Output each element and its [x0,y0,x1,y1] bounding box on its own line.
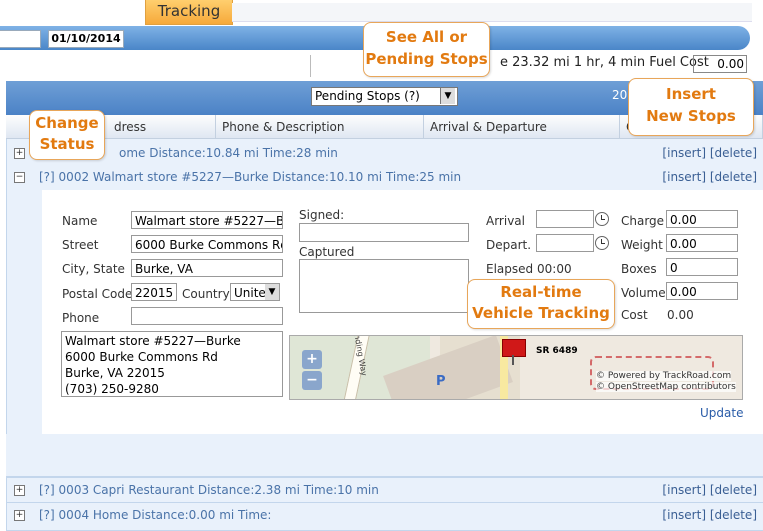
clock-icon[interactable] [595,212,609,226]
postal-input[interactable]: 22015 [131,283,177,301]
date-field[interactable]: 01/10/2014 [48,30,124,48]
callout-line: Insert [666,85,716,103]
callout-line: Change [35,114,99,132]
address-line: Walmart store #5227—Burke [65,334,241,348]
stop-row[interactable]: − [?] 0002 Walmart store #5227—Burke Dist… [6,165,763,189]
stop-row-text[interactable]: ome Distance:10.84 mi Time:28 min [119,146,338,160]
stop-row-text[interactable]: [?] 0003 Capri Restaurant Distance:2.38 … [39,483,379,497]
insert-link[interactable]: [insert] [662,146,706,160]
phone-input[interactable] [131,307,283,325]
delete-link[interactable]: [delete] [710,170,757,184]
date-bar-left-field[interactable] [0,30,41,48]
vehicle-marker-icon[interactable] [502,339,526,357]
street-label: Street [62,238,99,252]
signed-input[interactable] [299,223,469,242]
name-label: Name [62,214,98,228]
map-osm-credit[interactable]: © OpenStreetMap contributors [596,382,736,392]
vehicle-map[interactable]: Landing Way P + − SR 6489 © Powered by T… [289,335,743,400]
clock-icon[interactable] [595,236,609,250]
callout-line: See All or [385,28,468,46]
callout-line: Vehicle Tracking [472,304,610,322]
delete-link[interactable]: [delete] [710,508,757,522]
zoom-in-button[interactable]: + [302,350,322,369]
boxes-input[interactable]: 0 [666,258,738,276]
map-powered-by[interactable]: © Powered by TrackRoad.com [596,371,732,381]
stop-row-text[interactable]: [?] 0004 Home Distance:0.00 mi Time: [39,508,271,522]
route-summary: e 23.32 mi 1 hr, 4 min Fuel Cost [500,55,709,70]
marker-label: SR 6489 [536,346,578,356]
insert-link[interactable]: [insert] [662,508,706,522]
address-line: (703) 250-9280 [65,382,159,396]
expand-icon[interactable]: + [14,510,25,521]
depart-input[interactable] [536,234,594,252]
stop-row-text[interactable]: [?] 0002 Walmart store #5227—Burke Dista… [39,170,461,184]
chevron-down-icon[interactable]: ▼ [265,284,279,300]
city-label: City, State [62,262,125,276]
stop-row[interactable]: + [?] 0003 Capri Restaurant Distance:2.38… [6,477,763,502]
volume-label: Volume [621,286,666,300]
city-input[interactable]: Burke, VA [131,259,283,277]
phone-label: Phone [62,311,100,325]
column-arrival: Arrival & Departure [424,115,620,139]
panel-spacer [6,434,763,477]
expand-icon[interactable]: + [14,485,25,496]
cost-label: Cost [621,308,648,322]
tab-tracking[interactable]: Tracking [145,0,233,25]
update-link[interactable]: Update [700,406,743,420]
postal-label: Postal Code [62,287,133,301]
address-textarea[interactable]: Walmart store #5227—Burke 6000 Burke Com… [61,331,283,397]
elapsed-label: Elapsed [486,262,534,276]
boxes-label: Boxes [621,262,657,276]
delete-link[interactable]: [delete] [710,483,757,497]
callout-insert: Insert New Stops [628,78,754,136]
expand-icon[interactable]: + [14,148,25,159]
captured-label: Captured [299,245,355,259]
charge-input[interactable]: 0.00 [666,210,738,228]
address-line: Burke, VA 22015 [65,366,165,380]
depart-label: Depart. [486,238,532,252]
weight-input[interactable]: 0.00 [666,234,738,252]
callout-line: Status [39,135,95,153]
cost-value: 0.00 [667,308,694,322]
callout-see-all: See All or Pending Stops [363,22,490,77]
insert-link[interactable]: [insert] [662,170,706,184]
callout-line: New Stops [646,107,736,125]
delete-link[interactable]: [delete] [710,146,757,160]
parking-icon: P [436,374,446,389]
arrival-input[interactable] [536,210,594,228]
elapsed-value: 00:00 [537,262,572,276]
address-line: 6000 Burke Commons Rd [65,350,218,364]
arrival-label: Arrival [486,214,525,228]
weight-label: Weight [621,238,663,252]
name-input[interactable]: Walmart store #5227—Bu [131,211,283,229]
callout-realtime: Real-time Vehicle Tracking [467,279,615,329]
stop-row[interactable]: + ome Distance:10.84 mi Time:28 min [inse… [6,141,763,165]
street-input[interactable]: 6000 Burke Commons Rd [131,235,283,253]
insert-link[interactable]: [insert] [662,483,706,497]
marker-pin [512,355,514,365]
charge-label: Charge [621,214,665,228]
chevron-down-icon[interactable]: ▼ [440,88,455,104]
callout-line: Real-time [500,283,582,301]
signed-label: Signed: [299,208,345,222]
divider [310,55,311,77]
collapse-icon[interactable]: − [14,172,25,183]
callout-line: Pending Stops [365,50,488,68]
volume-input[interactable]: 0.00 [666,282,738,300]
column-phone: Phone & Description [216,115,424,139]
zoom-out-button[interactable]: − [302,371,322,390]
stops-filter-select[interactable]: Pending Stops (?) [311,87,458,106]
fuel-cost-input[interactable]: 0.00 [693,55,747,73]
tab-strip [232,3,752,22]
captured-box[interactable] [299,259,469,313]
country-label: Country [182,287,230,301]
stop-row[interactable]: + [?] 0004 Home Distance:0.00 mi Time: [i… [6,502,763,527]
callout-change-status: Change Status [29,110,105,160]
